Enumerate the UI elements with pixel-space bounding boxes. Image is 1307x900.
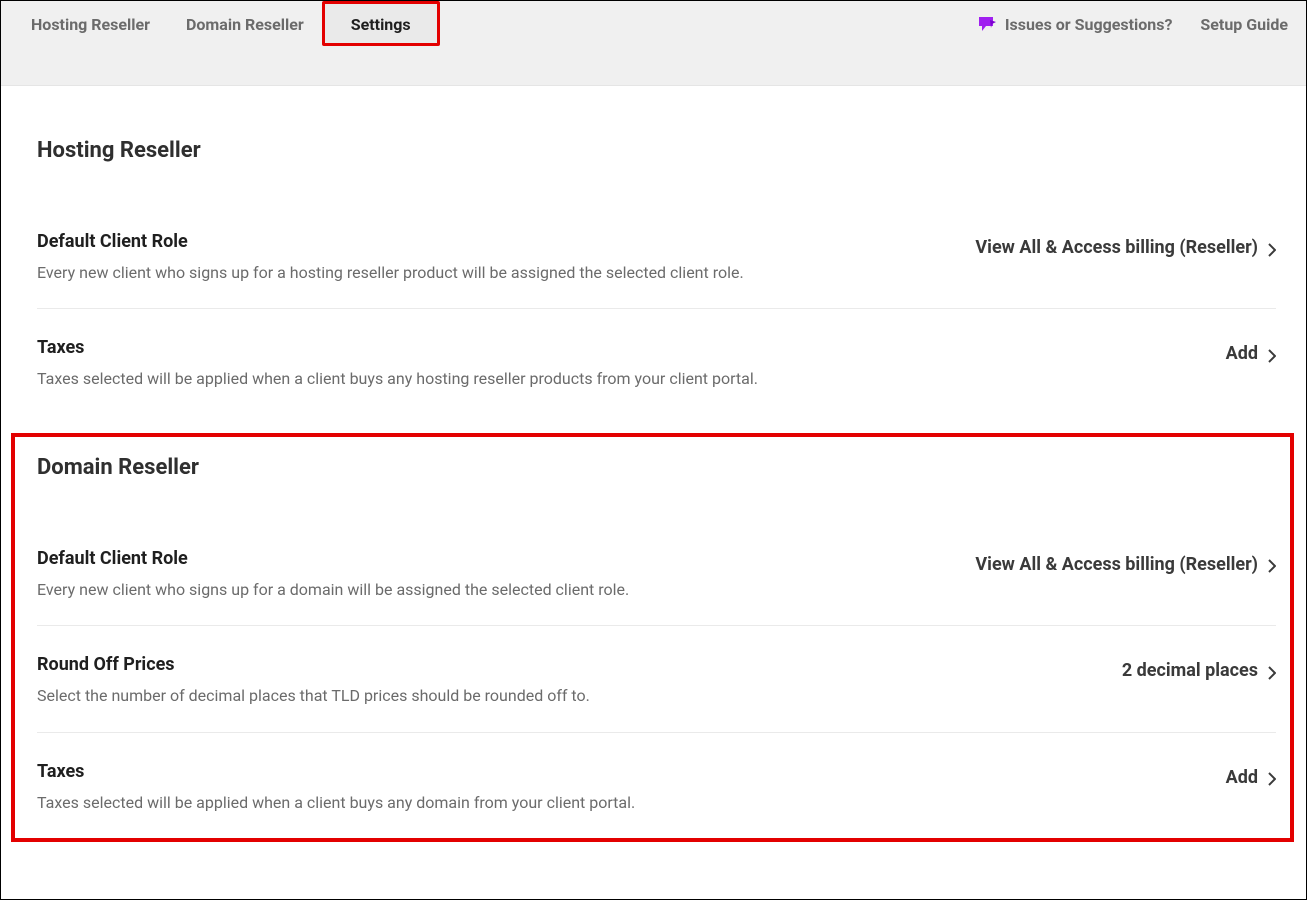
- action-label: View All & Access billing (Reseller): [975, 237, 1258, 258]
- row-domain-round-off-prices: Round Off Prices Select the number of de…: [37, 626, 1276, 732]
- tab-domain-reseller[interactable]: Domain Reseller: [168, 1, 322, 46]
- section-title-domain: Domain Reseller: [37, 455, 1276, 480]
- action-domain-taxes[interactable]: Add: [1226, 761, 1276, 788]
- tab-settings[interactable]: Settings: [322, 1, 440, 46]
- chevron-right-icon: [1268, 557, 1276, 571]
- action-hosting-default-client-role[interactable]: View All & Access billing (Reseller): [975, 231, 1276, 258]
- setting-desc: Every new client who signs up for a host…: [37, 262, 951, 284]
- action-label: 2 decimal places: [1122, 660, 1258, 681]
- chevron-right-icon: [1268, 241, 1276, 255]
- setting-desc: Taxes selected will be applied when a cl…: [37, 368, 1202, 390]
- action-label: Add: [1226, 343, 1258, 364]
- section-hosting: Hosting Reseller Default Client Role Eve…: [37, 118, 1276, 415]
- row-domain-taxes: Taxes Taxes selected will be applied whe…: [37, 733, 1276, 838]
- row-left: Default Client Role Every new client who…: [37, 548, 975, 601]
- row-left: Taxes Taxes selected will be applied whe…: [37, 761, 1226, 814]
- setting-title: Default Client Role: [37, 231, 951, 252]
- row-hosting-default-client-role: Default Client Role Every new client who…: [37, 203, 1276, 309]
- chevron-right-icon: [1268, 347, 1276, 361]
- row-left: Taxes Taxes selected will be applied whe…: [37, 337, 1226, 390]
- feedback-icon: [979, 17, 997, 33]
- setup-guide-link[interactable]: Setup Guide: [1200, 15, 1288, 34]
- action-domain-default-client-role[interactable]: View All & Access billing (Reseller): [975, 548, 1276, 575]
- setting-title: Default Client Role: [37, 548, 951, 569]
- chevron-right-icon: [1268, 664, 1276, 678]
- tab-hosting-reseller[interactable]: Hosting Reseller: [13, 1, 168, 46]
- content: Hosting Reseller Default Client Role Eve…: [1, 86, 1306, 842]
- tabs: Hosting Reseller Domain Reseller Setting…: [13, 1, 440, 46]
- setting-title: Taxes: [37, 337, 1202, 358]
- setup-guide-label: Setup Guide: [1200, 15, 1288, 34]
- issues-suggestions-label: Issues or Suggestions?: [1005, 15, 1173, 34]
- issues-suggestions-link[interactable]: Issues or Suggestions?: [979, 15, 1173, 34]
- row-left: Round Off Prices Select the number of de…: [37, 654, 1122, 707]
- setting-title: Round Off Prices: [37, 654, 1098, 675]
- action-label: Add: [1226, 767, 1258, 788]
- section-title-hosting: Hosting Reseller: [37, 138, 1276, 163]
- row-left: Default Client Role Every new client who…: [37, 231, 975, 284]
- row-domain-default-client-role: Default Client Role Every new client who…: [37, 520, 1276, 626]
- section-domain: Domain Reseller Default Client Role Ever…: [11, 433, 1294, 842]
- setting-desc: Taxes selected will be applied when a cl…: [37, 792, 1202, 814]
- topbar: Hosting Reseller Domain Reseller Setting…: [1, 1, 1306, 86]
- action-domain-round-off-prices[interactable]: 2 decimal places: [1122, 654, 1276, 681]
- setting-desc: Every new client who signs up for a doma…: [37, 579, 951, 601]
- setting-desc: Select the number of decimal places that…: [37, 685, 1098, 707]
- topbar-right: Issues or Suggestions? Setup Guide: [979, 1, 1294, 34]
- action-hosting-taxes[interactable]: Add: [1226, 337, 1276, 364]
- setting-title: Taxes: [37, 761, 1202, 782]
- row-hosting-taxes: Taxes Taxes selected will be applied whe…: [37, 309, 1276, 414]
- chevron-right-icon: [1268, 770, 1276, 784]
- action-label: View All & Access billing (Reseller): [975, 554, 1258, 575]
